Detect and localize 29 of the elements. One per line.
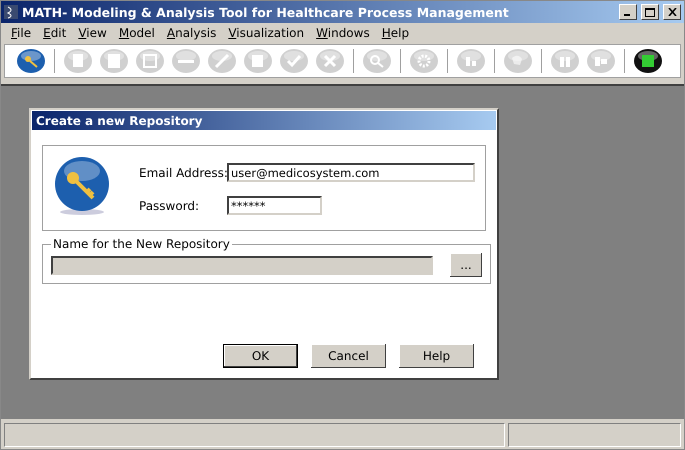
menu-item[interactable]: Help <box>376 26 416 40</box>
menu-item[interactable]: Analysis <box>160 26 222 40</box>
repository-name-field[interactable] <box>51 256 433 274</box>
email-field[interactable]: user@medicosystem.com <box>227 163 475 182</box>
menu-item[interactable]: Windows <box>310 26 376 40</box>
dialog-title: Create a new Repository <box>32 111 496 130</box>
maximize-icon <box>645 8 655 16</box>
minimize-button[interactable] <box>619 4 637 20</box>
close-icon <box>668 8 676 16</box>
close-button[interactable] <box>663 4 681 20</box>
dialog-button[interactable]: OK <box>223 344 298 368</box>
menu-item[interactable]: View <box>72 26 113 40</box>
window-title: MATH- Modeling & Analysis Tool for Healthcare Process Management <box>22 4 510 20</box>
password-field[interactable]: ****** <box>227 196 322 215</box>
menu-item[interactable]: Visualization <box>222 26 310 40</box>
browse-button[interactable]: ... <box>450 253 482 277</box>
password-label: Password: <box>139 198 200 212</box>
key-icon[interactable] <box>15 47 47 75</box>
email-label: Email Address: <box>139 166 227 180</box>
menu-item[interactable]: Model <box>112 26 161 40</box>
group-label: Name for the New Repository <box>52 237 231 251</box>
menu-item[interactable]: File <box>5 26 38 40</box>
dialog-button[interactable]: Cancel <box>311 344 386 368</box>
menu-item[interactable]: Edit <box>37 26 72 40</box>
app-icon <box>4 5 18 19</box>
dialog-button[interactable]: Help <box>399 344 474 368</box>
maximize-button[interactable] <box>641 4 659 20</box>
key-icon <box>53 156 111 216</box>
stop-icon[interactable] <box>632 47 664 75</box>
